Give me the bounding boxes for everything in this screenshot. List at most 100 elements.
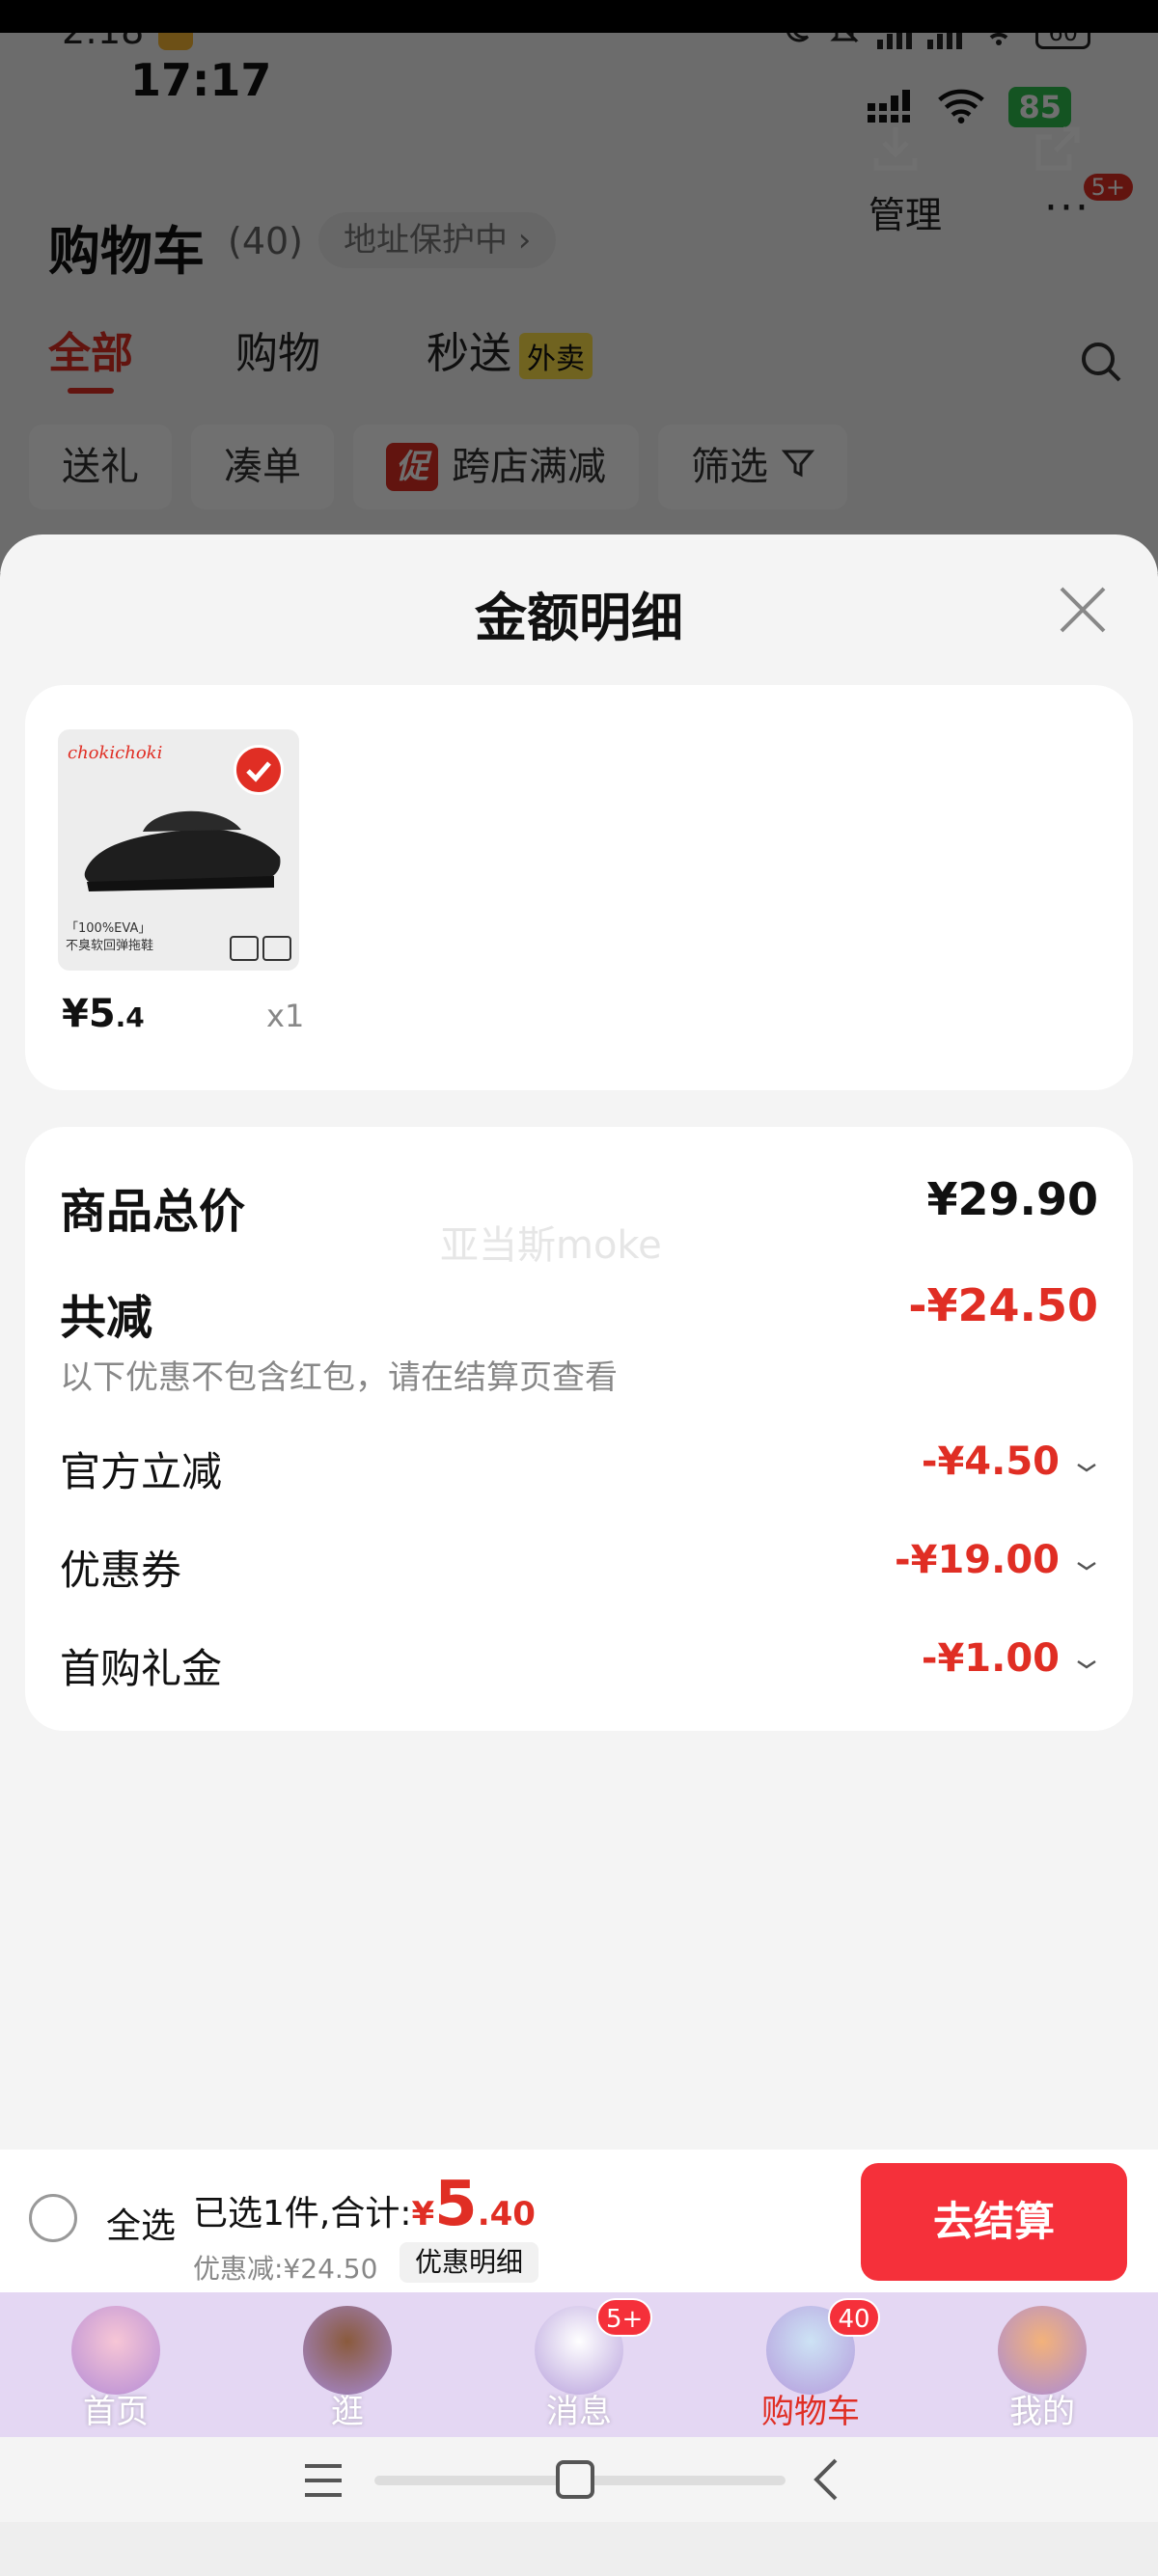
nav-label: 消息 bbox=[546, 2393, 612, 2431]
discount-row-first-purchase[interactable]: 首购礼金 -¥1.00 bbox=[60, 1636, 1098, 1704]
chevron-down-icon bbox=[1075, 1654, 1098, 1681]
home-avatar-icon bbox=[71, 2306, 160, 2395]
product-brand: chokichoki bbox=[68, 743, 163, 763]
discount-label: 首购礼金 bbox=[60, 1645, 223, 1692]
sheet-title: 金额明细 bbox=[475, 588, 683, 648]
discount-value: -¥19.00 bbox=[895, 1538, 1060, 1582]
download-icon[interactable] bbox=[868, 122, 923, 179]
chip-gift-label: 送礼 bbox=[62, 445, 139, 489]
profile-avatar-icon bbox=[998, 2306, 1087, 2395]
nav-messages[interactable]: 5+ 消息 bbox=[502, 2292, 656, 2437]
selected-text: 已选1件,合计: bbox=[193, 2194, 412, 2233]
product-eva-text: 「100%EVA」 不臭软回弹拖鞋 bbox=[66, 921, 154, 953]
select-all-radio[interactable] bbox=[29, 2194, 77, 2242]
bottom-nav: 首页 逛 5+ 消息 40 购物车 我的 bbox=[0, 2292, 1158, 2437]
wifi-icon-2 bbox=[937, 87, 985, 127]
discount-label: 优惠券 bbox=[60, 1547, 182, 1594]
selected-summary: 已选1件,合计:¥5.40 bbox=[193, 2169, 536, 2240]
page-title: 购物车 bbox=[48, 221, 205, 282]
reduce-row: 共减 -¥24.50 bbox=[60, 1279, 1098, 1347]
discount-note: 以下优惠不包含红包，请在结算页查看 bbox=[60, 1358, 618, 1397]
address-protection-pill[interactable]: 地址保护中 › bbox=[318, 212, 557, 268]
discount-row-coupon[interactable]: 优惠券 -¥19.00 bbox=[60, 1538, 1098, 1605]
filter-chips: 送礼 凑单 促跨店满减 筛选 bbox=[29, 425, 1148, 511]
status-more-dots: ··· bbox=[212, 33, 253, 48]
tab-instant[interactable]: 秒送 外卖 bbox=[427, 318, 593, 380]
discount-detail-button[interactable]: 优惠明细 bbox=[400, 2242, 539, 2283]
more-badge: 5+ bbox=[1083, 174, 1133, 201]
cart-header: 购物车 (40) 地址保护中 › 管理 ··· 5+ bbox=[0, 126, 1158, 282]
product-selected-check-icon[interactable] bbox=[234, 745, 284, 795]
note-app-icon bbox=[158, 33, 193, 50]
share-icon[interactable] bbox=[1031, 122, 1085, 179]
menu-icon[interactable] bbox=[301, 2460, 345, 2505]
total-row: 商品总价 ¥29.90 bbox=[60, 1173, 1098, 1241]
chip-filter-label: 筛选 bbox=[691, 445, 768, 489]
tab-shopping[interactable]: 购物 bbox=[235, 318, 320, 380]
checkout-button[interactable]: 去结算 bbox=[861, 2163, 1127, 2281]
cart-count: (40) bbox=[228, 220, 304, 262]
product-price: ¥5.4 bbox=[62, 992, 145, 1036]
signal-icon bbox=[877, 33, 913, 49]
product-card: chokichoki 「100%EVA」 不臭软回弹拖鞋 ¥5.4 x1 bbox=[25, 685, 1133, 1090]
nav-label: 我的 bbox=[1009, 2393, 1075, 2431]
mute-icon bbox=[827, 33, 862, 53]
nav-profile[interactable]: 我的 bbox=[965, 2292, 1119, 2437]
reduce-label: 共减 bbox=[60, 1291, 153, 1345]
cart-page-background: 2:18 ··· 17:17 60 85 bbox=[0, 33, 1158, 573]
amount-detail-sheet: 金额明细 chokichoki 「100%EVA」 不臭软回弹拖鞋 ¥5.4 x… bbox=[0, 534, 1158, 2155]
battery-indicator: 60 bbox=[1035, 33, 1090, 49]
tab-all[interactable]: 全部 bbox=[48, 318, 133, 380]
messages-badge: 5+ bbox=[596, 2298, 653, 2337]
browse-avatar-icon bbox=[303, 2306, 392, 2395]
signal-icon-2 bbox=[927, 33, 963, 49]
nav-label: 购物车 bbox=[761, 2393, 860, 2431]
cart-badge: 40 bbox=[828, 2298, 880, 2337]
search-icon[interactable] bbox=[1079, 340, 1123, 388]
chip-cross-store[interactable]: 促跨店满减 bbox=[353, 425, 639, 509]
chip-filter[interactable]: 筛选 bbox=[658, 425, 847, 509]
product-price-int: ¥5 bbox=[62, 992, 116, 1036]
discount-summary: 优惠减:¥24.50 bbox=[193, 2253, 378, 2285]
nav-label: 逛 bbox=[331, 2393, 364, 2431]
nav-label: 首页 bbox=[83, 2393, 149, 2431]
discount-value: -¥4.50 bbox=[921, 1439, 1060, 1484]
takeout-badge: 外卖 bbox=[519, 333, 593, 379]
chip-cross-store-label: 跨店满减 bbox=[452, 445, 606, 489]
chevron-down-icon bbox=[1075, 1555, 1098, 1582]
header-tools: 管理 ··· 5+ bbox=[868, 126, 1133, 270]
filter-icon bbox=[781, 425, 815, 509]
total-label: 商品总价 bbox=[60, 1185, 246, 1239]
status-icons: 60 bbox=[781, 33, 1090, 53]
home-square-icon[interactable] bbox=[554, 2458, 596, 2505]
slipper-icon bbox=[75, 797, 288, 907]
grid-dots-icon bbox=[866, 88, 914, 126]
badge-icons bbox=[230, 936, 291, 961]
moon-icon bbox=[781, 33, 812, 51]
nav-home[interactable]: 首页 bbox=[39, 2292, 193, 2437]
total-yen: ¥ bbox=[411, 2195, 435, 2233]
total-amount-int: 5 bbox=[434, 2169, 478, 2240]
chevron-down-icon bbox=[1075, 1457, 1098, 1484]
total-amount-dec: .40 bbox=[477, 2195, 536, 2233]
chip-bundle-label: 凑单 bbox=[224, 445, 301, 489]
tab-instant-label: 秒送 bbox=[427, 329, 511, 378]
chip-gift[interactable]: 送礼 bbox=[29, 425, 172, 509]
select-all-label[interactable]: 全选 bbox=[106, 2198, 176, 2248]
price-breakdown-card: 亚当斯moke 商品总价 ¥29.90 共减 -¥24.50 以下优惠不包含红包… bbox=[25, 1127, 1133, 1731]
close-icon[interactable] bbox=[1056, 583, 1110, 637]
total-value: ¥29.90 bbox=[926, 1173, 1098, 1225]
nav-browse[interactable]: 逛 bbox=[270, 2292, 425, 2437]
chip-bundle[interactable]: 凑单 bbox=[191, 425, 334, 509]
nav-cart[interactable]: 40 购物车 bbox=[733, 2292, 888, 2437]
checkout-bar: 全选 已选1件,合计:¥5.40 优惠减:¥24.50 优惠明细 去结算 bbox=[0, 2150, 1158, 2292]
discount-row-official[interactable]: 官方立减 -¥4.50 bbox=[60, 1439, 1098, 1507]
discount-label: 官方立减 bbox=[60, 1448, 223, 1495]
status-bar: 2:18 ··· 17:17 60 85 bbox=[0, 33, 1158, 127]
manage-button[interactable]: 管理 bbox=[868, 185, 942, 238]
status-time: 2:18 bbox=[62, 33, 144, 52]
promo-tag: 促 bbox=[386, 443, 438, 491]
cart-tabs: 全部 购物 秒送 外卖 bbox=[0, 318, 1158, 396]
back-icon[interactable] bbox=[809, 2456, 843, 2507]
bottom-strip bbox=[0, 2522, 1158, 2576]
